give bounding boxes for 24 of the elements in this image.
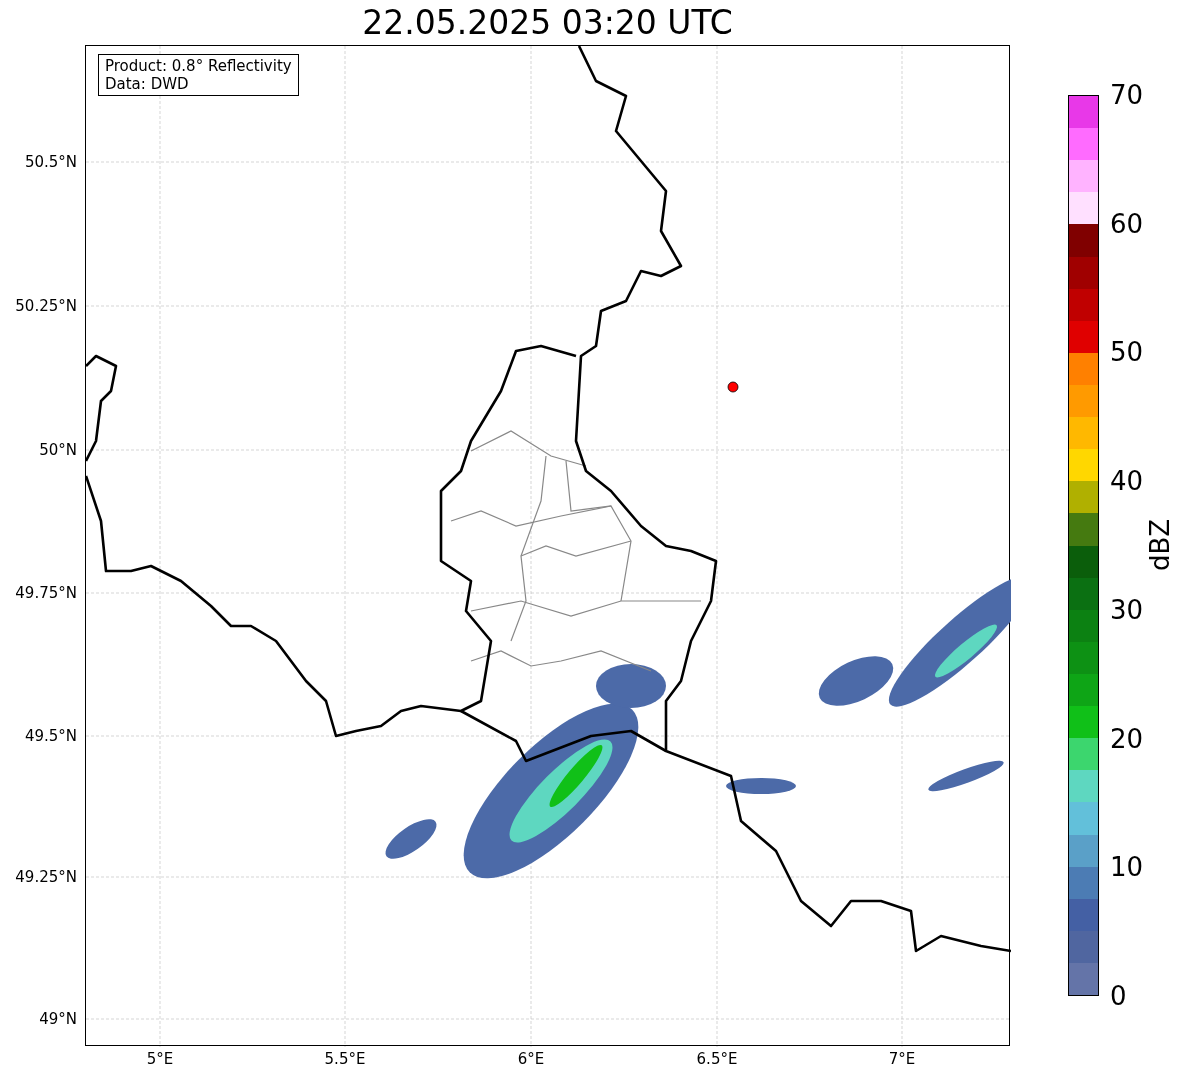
annotation-text: Data: DWD: [105, 75, 190, 93]
latitude-label: 50.25°N: [15, 298, 77, 314]
longitude-label: 7°E: [888, 1052, 916, 1067]
longitude-label: 6°E: [517, 1052, 545, 1067]
latitude-label: 50.5°N: [24, 154, 77, 170]
longitude-label: 5.5°E: [324, 1052, 366, 1067]
colorbar-tick-label: 40: [1110, 468, 1144, 495]
latitude-label: 50°N: [39, 442, 77, 458]
colorbar-tick-label: 60: [1110, 210, 1144, 237]
chart-title: 22.05.2025 03:20 UTC: [362, 6, 733, 39]
colorbar-label: dBZ: [1147, 518, 1173, 572]
annotation-text: Product: 0.8° Reflectivity: [105, 57, 292, 75]
colorbar-tick-label: 50: [1110, 339, 1144, 366]
colorbar-tick-label: 30: [1110, 596, 1144, 623]
colorbar-tick-label: 70: [1110, 82, 1144, 108]
colorbar-tick-label: 0: [1110, 983, 1127, 1009]
latitude-label: 49.25°N: [15, 869, 77, 885]
latitude-label: 49.75°N: [15, 585, 77, 601]
latitude-label: 49°N: [39, 1011, 77, 1027]
longitude-label: 5°E: [146, 1052, 174, 1067]
longitude-label: 6.5°E: [696, 1052, 738, 1067]
colorbar-tick-label: 20: [1110, 725, 1144, 752]
latitude-label: 49.5°N: [24, 728, 77, 744]
colorbar-tick-label: 10: [1110, 854, 1144, 881]
